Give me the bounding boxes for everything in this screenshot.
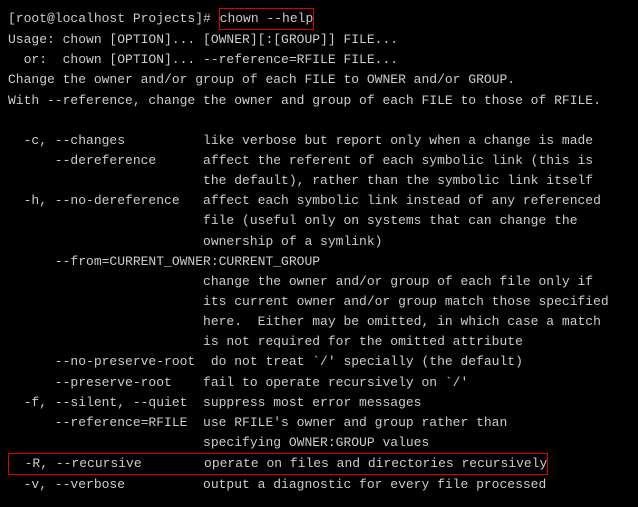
- blank-line: [8, 111, 630, 131]
- option-verbose: -v, --verbose output a diagnostic for ev…: [8, 475, 630, 495]
- option-dereference-1: --dereference affect the referent of eac…: [8, 151, 630, 171]
- option-changes: -c, --changes like verbose but report on…: [8, 131, 630, 151]
- option-no-dereference-3: ownership of a symlink): [8, 232, 630, 252]
- shell-prompt: [root@localhost Projects]#: [8, 11, 219, 26]
- option-recursive-line: -R, --recursive operate on files and dir…: [8, 453, 630, 475]
- option-no-dereference-2: file (useful only on systems that can ch…: [8, 211, 630, 231]
- option-preserve-root: --preserve-root fail to operate recursiv…: [8, 373, 630, 393]
- option-from-1: change the owner and/or group of each fi…: [8, 272, 630, 292]
- option-dereference-2: the default), rather than the symbolic l…: [8, 171, 630, 191]
- option-no-dereference-1: -h, --no-dereference affect each symboli…: [8, 191, 630, 211]
- option-from-4: is not required for the omitted attribut…: [8, 332, 630, 352]
- option-from-2: its current owner and/or group match tho…: [8, 292, 630, 312]
- option-reference-1: --reference=RFILE use RFILE's owner and …: [8, 413, 630, 433]
- option-reference-2: specifying OWNER:GROUP values: [8, 433, 630, 453]
- prompt-line: [root@localhost Projects]# chown --help: [8, 8, 630, 30]
- description-line-2: With --reference, change the owner and g…: [8, 91, 630, 111]
- description-line-1: Change the owner and/or group of each FI…: [8, 70, 630, 90]
- option-silent: -f, --silent, --quiet suppress most erro…: [8, 393, 630, 413]
- usage-line-2: or: chown [OPTION]... --reference=RFILE …: [8, 50, 630, 70]
- usage-line-1: Usage: chown [OPTION]... [OWNER][:[GROUP…: [8, 30, 630, 50]
- option-from-3: here. Either may be omitted, in which ca…: [8, 312, 630, 332]
- option-recursive: -R, --recursive operate on files and dir…: [8, 453, 548, 475]
- command-input[interactable]: chown --help: [219, 8, 315, 30]
- option-from-0: --from=CURRENT_OWNER:CURRENT_GROUP: [8, 252, 630, 272]
- option-no-preserve-root: --no-preserve-root do not treat `/' spec…: [8, 352, 630, 372]
